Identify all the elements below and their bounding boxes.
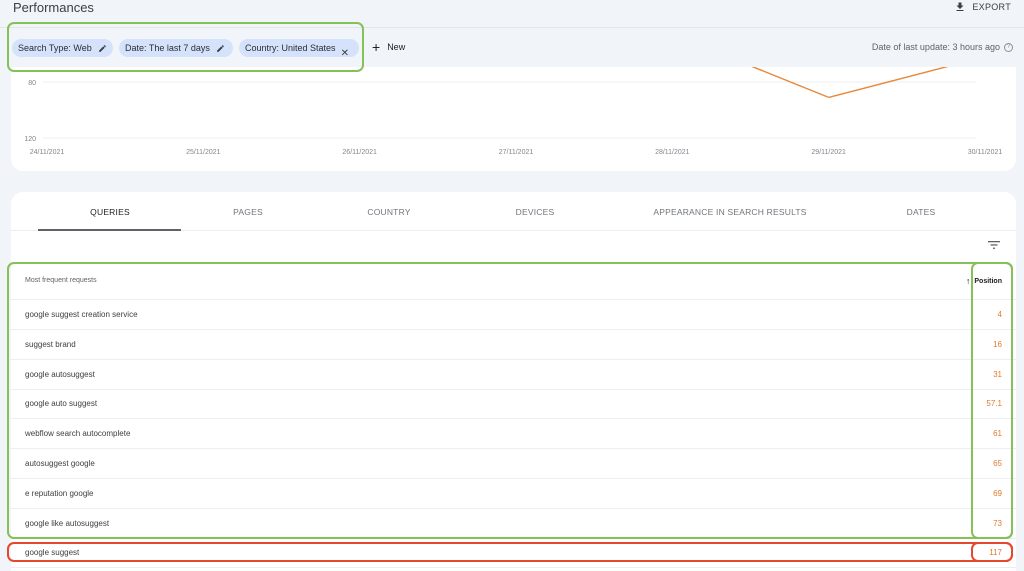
chip-country[interactable]: Country: United States ✕ xyxy=(239,39,359,59)
plus-icon: + xyxy=(372,39,381,55)
table-header: Most frequent requests ↑ Position xyxy=(11,262,1016,300)
position-value: 57.1 xyxy=(986,399,1002,409)
x-tick-label: 26/11/2021 xyxy=(342,149,377,156)
download-icon xyxy=(956,2,964,11)
table-card: QUERIES PAGES COUNTRY DEVICES APPEARANCE… xyxy=(11,192,1016,571)
query-text: google autosuggest xyxy=(25,369,95,379)
query-text: webflow search autocomplete xyxy=(25,429,131,439)
last-update-text: Date of last update: 3 hours ago xyxy=(871,42,1000,52)
query-text: google suggest xyxy=(25,548,80,558)
export-label: EXPORT xyxy=(972,2,1011,12)
tab-devices[interactable]: DEVICES xyxy=(516,207,555,217)
column-header-position-label: Position xyxy=(974,277,1002,285)
x-tick-label: 28/11/2021 xyxy=(655,149,690,156)
position-value: 69 xyxy=(993,488,1002,498)
table-row[interactable]: google suggest 117 xyxy=(11,538,1016,569)
position-value: 61 xyxy=(993,429,1002,439)
column-header-query[interactable]: Most frequent requests xyxy=(25,277,97,284)
position-value: 31 xyxy=(993,369,1002,379)
new-label: New xyxy=(387,42,406,52)
position-value: 4 xyxy=(997,310,1002,319)
new-filter-button[interactable]: + New xyxy=(372,39,406,55)
pencil-icon[interactable] xyxy=(98,44,107,53)
position-value: 65 xyxy=(993,459,1002,468)
table-row[interactable]: google suggest creation service 4 xyxy=(11,300,1016,330)
close-icon[interactable]: ✕ xyxy=(341,49,349,59)
position-value: 73 xyxy=(993,518,1002,528)
table-row[interactable]: google autosuggest 31 xyxy=(11,360,1016,390)
chip-label: Date: The last 7 days xyxy=(125,43,210,53)
position-value: 117 xyxy=(989,548,1002,558)
x-tick-label: 27/11/2021 xyxy=(499,149,534,156)
x-tick-label: 25/11/2021 xyxy=(186,149,221,156)
table-row[interactable]: e reputation google 69 xyxy=(11,479,1016,509)
position-chart: 80 120 24/11/2021 25/11/2021 26/11/2021 27/11… xyxy=(24,67,1003,156)
query-text: google suggest creation service xyxy=(25,310,138,319)
query-text: google like autosuggest xyxy=(25,518,110,528)
pencil-icon[interactable] xyxy=(216,44,225,53)
tab-dates[interactable]: DATES xyxy=(907,207,936,217)
y-tick-label: 80 xyxy=(28,80,36,87)
top-bar: Performances EXPORT xyxy=(0,0,1024,28)
chip-search-type[interactable]: Search Type: Web xyxy=(12,39,113,57)
chip-label: Country: United States xyxy=(245,43,336,53)
table-row[interactable]: suggest brand 16 xyxy=(11,330,1016,360)
y-tick-label: 120 xyxy=(24,136,36,143)
x-tick-label: 24/11/2021 xyxy=(30,149,65,156)
query-text: e reputation google xyxy=(25,488,94,498)
chip-label: Search Type: Web xyxy=(18,43,92,53)
active-tab-indicator xyxy=(38,229,181,231)
column-header-position[interactable]: ↑ Position xyxy=(966,276,1002,286)
table-row[interactable]: google like autosuggest 73 xyxy=(11,509,1016,539)
page-title: Performances xyxy=(13,0,94,15)
tab-queries[interactable]: QUERIES xyxy=(90,207,130,217)
tab-appearance[interactable]: APPEARANCE IN SEARCH RESULTS xyxy=(653,207,806,217)
filter-icon[interactable] xyxy=(988,240,1000,250)
query-text: google auto suggest xyxy=(25,399,98,409)
sort-ascending-icon: ↑ xyxy=(965,276,971,286)
chart-card: 80 120 24/11/2021 25/11/2021 26/11/2021 27/11… xyxy=(11,67,1016,171)
table-row[interactable]: webflow search autocomplete 61 xyxy=(11,419,1016,450)
position-value: 16 xyxy=(993,339,1002,349)
help-icon[interactable]: ? xyxy=(1004,42,1013,52)
export-button[interactable]: EXPORT xyxy=(954,1,1011,13)
x-tick-label: 30/11/2021 xyxy=(968,149,1003,156)
x-tick-label: 29/11/2021 xyxy=(811,149,846,156)
chip-date[interactable]: Date: The last 7 days xyxy=(119,39,233,57)
table-row[interactable]: autosuggest google 65 xyxy=(11,449,1016,479)
last-update: Date of last update: 3 hours ago ? xyxy=(872,42,1013,52)
query-text: suggest brand xyxy=(25,339,76,349)
tab-bar: QUERIES PAGES COUNTRY DEVICES APPEARANCE… xyxy=(11,192,1016,231)
query-text: autosuggest google xyxy=(25,459,95,468)
tab-country[interactable]: COUNTRY xyxy=(367,207,410,217)
tab-pages[interactable]: PAGES xyxy=(233,207,263,217)
table-row[interactable]: google auto suggest 57.1 xyxy=(11,389,1016,420)
